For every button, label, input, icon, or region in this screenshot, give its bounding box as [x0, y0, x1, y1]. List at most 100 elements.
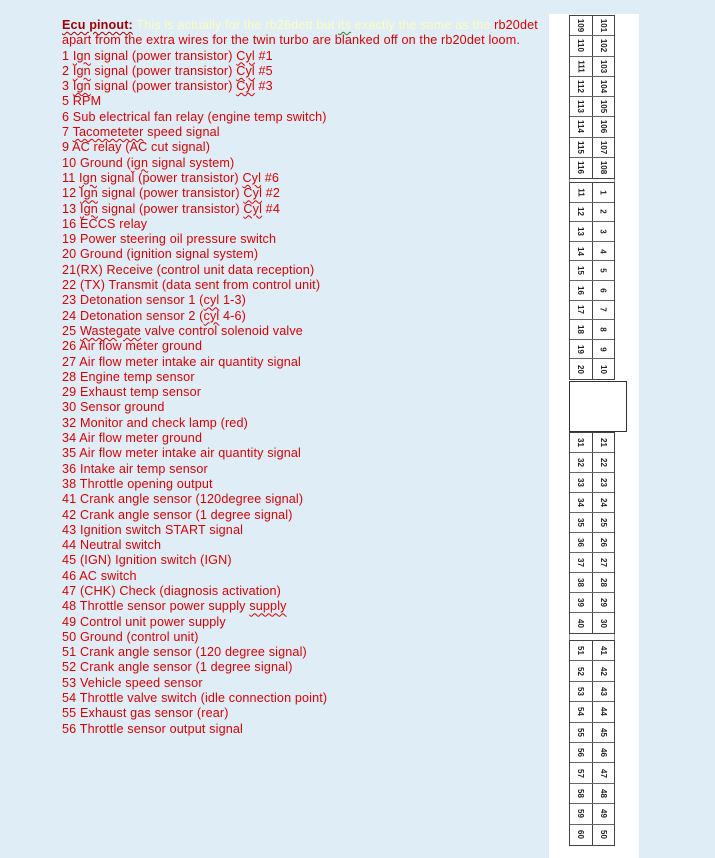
spellcheck-word: Ign [79, 170, 97, 185]
spellcheck-word: Ign [79, 186, 98, 201]
connector-pin: 1 [593, 183, 615, 202]
pin-number: 110 [576, 39, 586, 53]
pin-item: 41 Crank angle sensor (120degree signal) [62, 492, 552, 507]
pin-item: 23 Detonation sensor 1 (cyl 1-3) [62, 293, 552, 308]
pin-text: 2 [62, 63, 73, 78]
pin-item: 30 Sensor ground [62, 400, 552, 415]
pin-number: 23 [598, 478, 608, 487]
pin-text: 52 Crank angle sensor (1 degree signal) [62, 660, 293, 675]
pin-item: 13 Ign signal (power transistor) Cyl #4 [62, 202, 552, 217]
spellcheck-word: Cyl [236, 63, 255, 78]
pin-number: 53 [576, 687, 586, 696]
connector-pin: 14 [570, 241, 593, 261]
pin-number: 12 [576, 207, 586, 217]
connector-pin: 113 [570, 97, 593, 117]
connector-diagram: 109 101 110 102 111 103 112 104 113 105 114 106 115 1… [549, 14, 639, 858]
pin-number: 33 [576, 478, 586, 487]
pin-text: 7 [62, 125, 73, 140]
connector-key-slot [569, 381, 627, 432]
connector-row: 15 5 [570, 261, 614, 281]
pin-number: 54 [576, 707, 586, 717]
pin-text: 3 [62, 79, 73, 94]
connector-pin: 24 [593, 493, 615, 512]
pin-number: 39 [576, 598, 586, 607]
connector-pin: 52 [570, 661, 593, 681]
pin-text: 35 Air flow meter intake air quantity si… [62, 446, 301, 461]
spellcheck-word: Ign [72, 63, 91, 78]
connector-block: 51 41 52 42 53 43 54 44 55 45 56 46 57 47 58 48 59 49 60 50 [569, 640, 615, 846]
connector-pin: 108 [593, 158, 615, 178]
pin-number: 109 [576, 18, 586, 33]
pin-item: 49 Control unit power supply [62, 615, 552, 630]
pin-item: 36 Intake air temp sensor [62, 462, 552, 477]
pin-text: 36 Intake air temp sensor [62, 461, 208, 476]
spellcheck-word: its [338, 18, 352, 32]
pin-number: 58 [576, 788, 586, 798]
pin-text: 20 Ground (ignition signal system) [62, 247, 259, 262]
pin-number: 45 [598, 727, 608, 737]
pin-text: 30 Sensor ground [62, 400, 165, 415]
pin-text: signal (power transistor) [90, 48, 237, 63]
connector-row: 109 101 [570, 16, 614, 37]
pin-text: signal (power transistor) [90, 79, 237, 94]
pin-text: 5 RPM [62, 94, 102, 109]
connector-pin: 18 [570, 320, 593, 339]
pin-number: 15 [576, 266, 586, 276]
pin-item: 53 Vehicle speed sensor [62, 676, 552, 691]
connector-row: 114 106 [570, 117, 614, 138]
pin-text: 32 Monitor and check lamp (red) [62, 415, 248, 430]
pin-item: 19 Power steering oil pressure switch [62, 232, 552, 247]
connector-divider [569, 634, 615, 640]
connector-pin: 2 [593, 203, 615, 222]
connector-pin: 54 [570, 702, 593, 722]
connector-pin: 34 [570, 493, 593, 512]
spellcheck-word: cyl [203, 293, 220, 308]
pin-number: 44 [598, 707, 608, 717]
pin-number: 19 [576, 344, 586, 354]
connector-pin: 33 [570, 473, 593, 492]
pin-number: 29 [598, 598, 608, 607]
pin-number: 9 [598, 346, 608, 352]
pin-item: 44 Neutral switch [62, 538, 552, 553]
pin-text: signal (power transistor) [97, 201, 244, 216]
intro-paragraph: Ecu pinout: This is actually for the rb2… [62, 18, 552, 49]
pin-number: 16 [576, 285, 586, 295]
connector-block: 11 1 12 2 13 3 14 4 15 5 16 6 17 7 18 8 19 9 20 10 [569, 182, 615, 380]
connector-row: 31 21 [570, 433, 614, 453]
pin-number: 11 [576, 188, 586, 197]
pin-text: 23 Detonation sensor 1 ( [62, 293, 204, 308]
pin-item: 34 Air flow meter ground [62, 431, 552, 446]
connector-pin: 32 [570, 453, 593, 472]
connector-row: 51 41 [570, 641, 614, 662]
connector-row: 52 42 [570, 661, 614, 682]
connector-row: 60 50 [570, 824, 614, 845]
pin-text: 27 Air flow meter intake air quantity si… [62, 354, 301, 369]
connector-row: 116 108 [570, 157, 615, 178]
connector-pin: 44 [593, 702, 615, 721]
connector-pin: 38 [570, 573, 593, 592]
pin-number: 55 [576, 727, 586, 737]
pin-number: 25 [598, 518, 608, 527]
document-body: Ecu pinout: This is actually for the rb2… [62, 18, 552, 737]
pin-number: 2 [598, 209, 608, 215]
pin-number: 36 [576, 538, 586, 547]
pin-text: 43 Ignition switch START signal [62, 522, 244, 537]
pin-item: 16 ECCS relay [62, 217, 552, 232]
connector-pin: 22 [593, 453, 615, 472]
pin-item: 7 Tacometeter speed signal [62, 125, 552, 140]
pin-item: 46 AC switch [62, 569, 552, 584]
pin-number: 31 [576, 438, 586, 447]
pin-item: 47 (CHK) Check (diagnosis activation) [62, 584, 552, 599]
pin-item: 10 Ground (ign signal system) [62, 156, 552, 171]
pin-text: 16 ECCS relay [62, 216, 148, 231]
connector-pin: 11 [570, 183, 593, 202]
spellcheck-word: Cyl [243, 201, 263, 216]
connector-pin: 60 [570, 824, 593, 845]
pin-item: 32 Monitor and check lamp (red) [62, 416, 552, 431]
pin-number: 115 [576, 140, 586, 154]
pin-item: 12 Ign signal (power transistor) Cyl #2 [62, 186, 552, 201]
pin-text: 45 (IGN) Ignition switch (IGN) [62, 553, 232, 568]
pin-item: 5 RPM [62, 94, 552, 109]
connector-row: 34 24 [570, 493, 614, 513]
pin-text: signal (power transistor) [97, 170, 243, 185]
